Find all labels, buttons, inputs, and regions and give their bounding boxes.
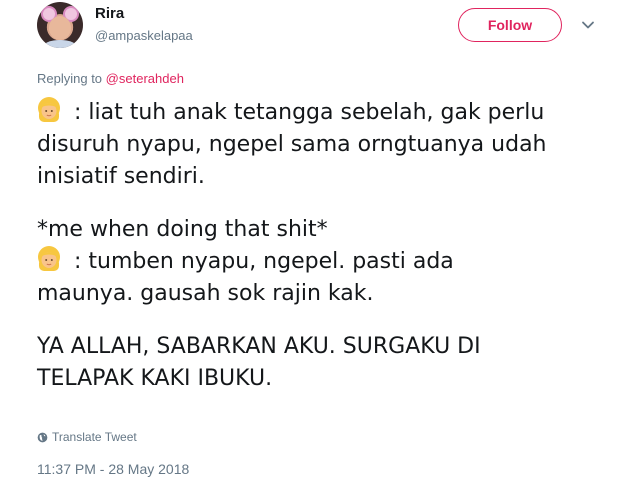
tweet-line: maunya. gausah sok rajin kak.: [37, 281, 374, 306]
tweet-line: YA ALLAH, SABARKAN AKU. SURGAKU DI: [37, 334, 481, 359]
tweet-line-text: : tumben nyapu, ngepel. pasti ada: [67, 249, 454, 274]
replying-to: Replying to @seterahdeh: [37, 71, 184, 86]
tweet-timestamp[interactable]: 11:37 PM - 28 May 2018: [37, 461, 189, 477]
translate-tweet-label: Translate Tweet: [52, 430, 137, 444]
tweet-line: : liat tuh anak tetangga sebelah, gak pe…: [37, 97, 627, 129]
tweet-line: disuruh nyapu, ngepel sama orngtuanya ud…: [37, 132, 547, 157]
avatar-shirt: [43, 40, 77, 48]
tweet-line: *me when doing that shit*: [37, 217, 328, 242]
avatar-face: [49, 16, 71, 40]
chevron-down-icon[interactable]: [581, 18, 595, 32]
username[interactable]: @ampaskelapaa: [95, 28, 193, 43]
reply-mention-link[interactable]: @seterahdeh: [106, 71, 184, 86]
tweet-text: : liat tuh anak tetangga sebelah, gak pe…: [37, 97, 627, 395]
avatar[interactable]: [37, 2, 83, 48]
tweet-line-text: : liat tuh anak tetangga sebelah, gak pe…: [67, 100, 545, 125]
display-name[interactable]: Rira: [95, 5, 124, 22]
globe-icon: [37, 432, 48, 443]
replying-to-label: Replying to: [37, 71, 103, 86]
tweet-line: inisiatif sendiri.: [37, 164, 205, 189]
woman-blond-hair-emoji: [38, 246, 60, 271]
translate-tweet-link[interactable]: Translate Tweet: [37, 430, 137, 444]
woman-blond-hair-emoji: [38, 97, 60, 122]
tweet: Rira @ampaskelapaa Follow Replying to @s…: [0, 0, 632, 485]
follow-button[interactable]: Follow: [458, 8, 562, 42]
tweet-line: TELAPAK KAKI IBUKU.: [37, 366, 273, 391]
tweet-line: : tumben nyapu, ngepel. pasti ada: [37, 246, 627, 278]
